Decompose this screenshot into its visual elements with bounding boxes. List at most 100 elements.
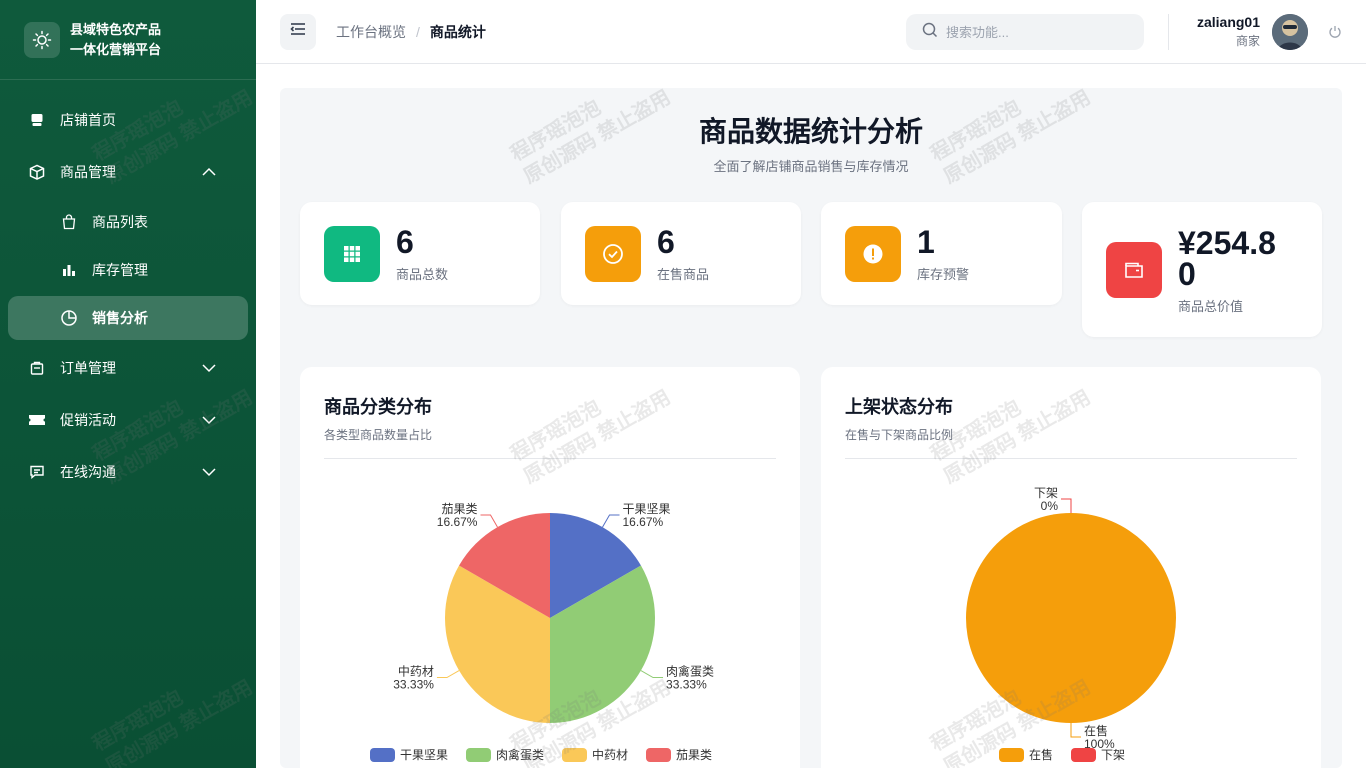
legend-label: 中药材: [592, 747, 628, 762]
pie-chart-icon: [60, 309, 78, 327]
chevron-down-icon: [202, 361, 216, 375]
breadcrumb: 工作台概览 / 商品统计: [336, 22, 486, 42]
avatar[interactable]: [1272, 14, 1308, 50]
legend-label: 茄果类: [676, 748, 712, 762]
sidebar-item-sales-analysis[interactable]: 销售分析: [8, 296, 248, 340]
sidebar: 县域特色农产品 一体化营销平台 店铺首页 商品管理 商品列表 库存管理 销售分析…: [0, 0, 256, 768]
stat-label: 在售商品: [657, 267, 710, 282]
chat-icon: [28, 463, 46, 481]
store-icon: [28, 111, 46, 129]
sidebar-item-product-list[interactable]: 商品列表: [0, 198, 256, 246]
stat-card-stock-warning: 1 库存预警: [821, 202, 1062, 305]
status-distribution-card: 上架状态分布 在售与下架商品比例 在售 100% 下架 0% 在售 下架: [821, 367, 1321, 768]
sidebar-item-label: 订单管理: [60, 360, 116, 376]
wallet-icon: [1106, 242, 1162, 298]
sidebar-item-label: 库存管理: [92, 262, 148, 278]
top-header: 工作台概览 / 商品统计 zaliang01 商家: [256, 0, 1366, 64]
card-title: 上架状态分布: [845, 397, 953, 417]
shopping-bag-icon: [60, 213, 78, 231]
stat-value: 1: [917, 224, 935, 260]
sidebar-item-products[interactable]: 商品管理: [0, 146, 256, 198]
legend-swatch: [1071, 748, 1096, 762]
pie-label-name: 下架: [1034, 486, 1058, 500]
brand-line1: 县域特色农产品: [70, 21, 162, 37]
main-content: 商品数据统计分析 全面了解店铺商品销售与库存情况 6 商品总数 6 在售商品 1…: [280, 88, 1342, 768]
bar-chart-icon: [60, 261, 78, 279]
stat-label: 商品总数: [396, 267, 449, 282]
stat-card-on-sale: 6 在售商品: [561, 202, 801, 305]
sidebar-item-label: 在线沟通: [60, 464, 116, 480]
search-icon: [922, 22, 938, 43]
category-pie-chart: 干果坚果16.67%肉禽蛋类33.33%中药材33.33%茄果类16.67%干果…: [370, 502, 714, 762]
status-pie-chart: 在售100%下架0%在售 下架: [966, 486, 1176, 762]
legend-label: 在售: [1029, 747, 1053, 762]
pie-label-name: 茄果类: [441, 502, 477, 516]
pie-label-percent: 0%: [1041, 499, 1059, 513]
power-icon[interactable]: [1328, 25, 1342, 39]
pie-label-percent: 16.67%: [623, 515, 664, 529]
legend-swatch: [466, 748, 491, 762]
search-input[interactable]: [946, 24, 1126, 40]
card-title: 商品分类分布: [324, 397, 432, 417]
category-distribution-card: 商品分类分布 各类型商品数量占比 干果坚果 16.67% 肉禽蛋类 33.33% 中药材…: [300, 367, 800, 768]
search-box[interactable]: [906, 14, 1144, 50]
sidebar-item-promotions[interactable]: 促销活动: [0, 394, 256, 446]
pie-leader-line: [1061, 498, 1072, 513]
menu-fold-icon: [290, 22, 306, 41]
sidebar-item-label: 促销活动: [60, 412, 116, 428]
chevron-up-icon: [202, 165, 216, 179]
stat-value: ¥254.8 0: [1178, 225, 1276, 292]
stat-value-line1: ¥254.8: [1178, 225, 1276, 261]
grid-icon: [324, 226, 380, 282]
chevron-down-icon: [202, 413, 216, 427]
sidebar-item-orders[interactable]: 订单管理: [0, 342, 256, 394]
pie-label-name: 干果坚果: [623, 502, 671, 516]
check-circle-icon: [585, 226, 641, 282]
legend-swatch: [562, 748, 587, 762]
breadcrumb-item-current: 商品统计: [429, 23, 486, 40]
pie-leader-line: [1070, 723, 1081, 738]
user-name: zaliang01: [1196, 14, 1260, 30]
pie-label-name: 在售: [1084, 723, 1108, 738]
brand-line2: 一体化营销平台: [70, 41, 162, 57]
header-divider: [1168, 14, 1169, 50]
stat-value: 6: [657, 224, 675, 260]
pie-leader-line: [436, 670, 460, 679]
breadcrumb-item-workbench[interactable]: 工作台概览: [336, 22, 406, 42]
page-subtitle: 全面了解店铺商品销售与库存情况: [713, 159, 909, 174]
breadcrumb-separator: /: [416, 23, 420, 40]
sidebar-menu: 店铺首页 商品管理 商品列表 库存管理 销售分析 订单管理 促销活动 在线沟通: [0, 80, 256, 498]
sun-icon: [24, 21, 60, 58]
pie-label-name: 中药材: [398, 664, 434, 679]
stat-value: 6: [396, 224, 414, 260]
sidebar-item-store-home[interactable]: 店铺首页: [0, 94, 256, 146]
card-divider: [324, 458, 776, 459]
legend-swatch: [646, 748, 671, 762]
stat-value-line2: 0: [1178, 256, 1196, 292]
sidebar-item-chat[interactable]: 在线沟通: [0, 446, 256, 498]
legend-label: 干果坚果: [400, 748, 448, 762]
user-role: 商家: [1235, 34, 1260, 48]
sidebar-item-label: 店铺首页: [60, 112, 116, 128]
page-title: 商品数据统计分析: [698, 116, 923, 147]
legend-label: 肉禽蛋类: [496, 747, 544, 762]
legend-swatch: [370, 748, 395, 762]
sidebar-toggle-button[interactable]: [280, 13, 316, 50]
card-divider: [845, 458, 1297, 459]
sidebar-item-label: 商品列表: [92, 214, 148, 230]
stat-label: 商品总价值: [1178, 299, 1244, 314]
stat-card-total-value: ¥254.8 0 商品总价值: [1082, 202, 1322, 337]
pie-label-name: 肉禽蛋类: [666, 664, 714, 679]
alert-icon: [845, 226, 901, 282]
pie-label-percent: 33.33%: [393, 678, 434, 692]
sidebar-item-inventory[interactable]: 库存管理: [0, 246, 256, 294]
ticket-icon: [28, 411, 46, 429]
pie-label-percent: 16.67%: [437, 515, 478, 529]
legend-swatch: [999, 748, 1024, 762]
legend-label: 下架: [1101, 748, 1125, 762]
pie-leader-line: [480, 514, 498, 528]
package-icon: [28, 163, 46, 181]
pie-slice: [966, 513, 1176, 723]
pie-leader-line: [602, 514, 620, 528]
user-info[interactable]: zaliang01 商家: [1186, 14, 1260, 49]
